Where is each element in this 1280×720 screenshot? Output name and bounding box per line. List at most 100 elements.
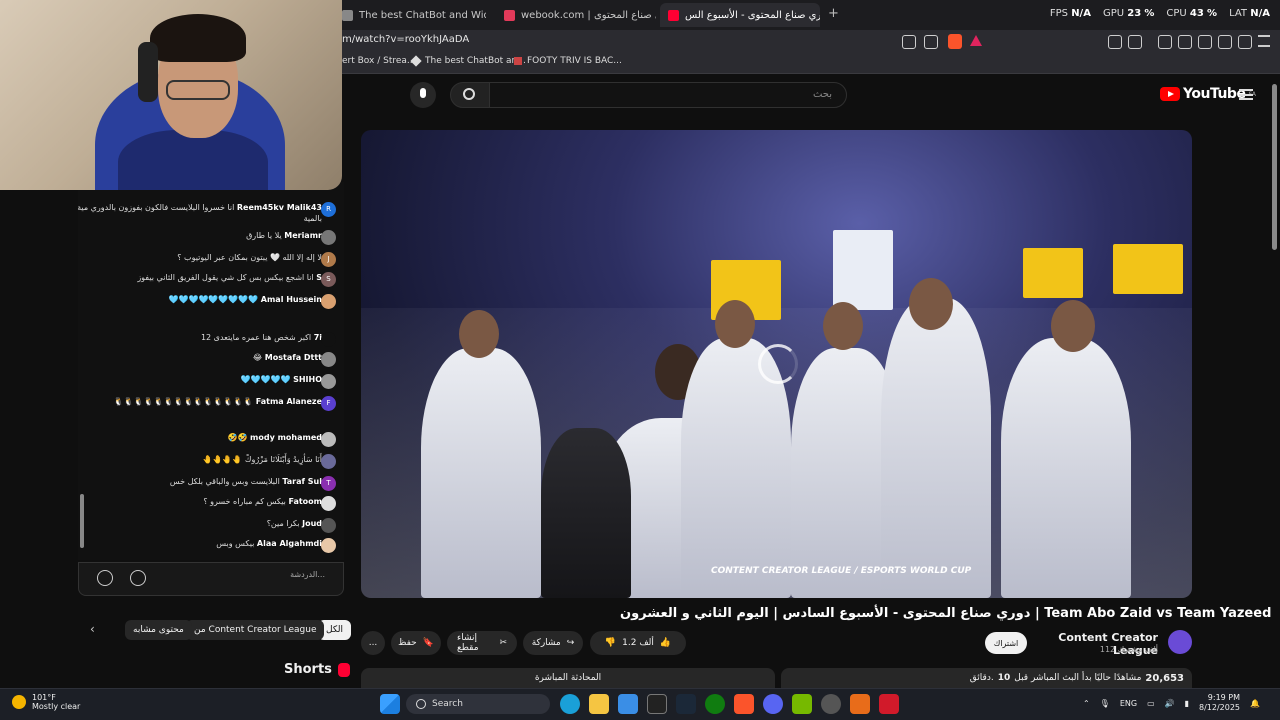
chat-message: Amal Hussein 🩵🩵🩵🩵🩵🩵🩵🩵🩵: [78, 294, 336, 309]
chat-author[interactable]: Joud: [302, 519, 322, 528]
tab-youtube-active[interactable]: دوري صناع المحتوى - الأسبوع الس ✕: [660, 3, 820, 27]
chat-avatar[interactable]: [321, 352, 336, 367]
chat-author[interactable]: SHIHO: [293, 375, 322, 384]
chip-from-channel[interactable]: من Content Creator League: [186, 620, 325, 640]
chat-avatar[interactable]: [321, 230, 336, 245]
windows-start-icon[interactable]: [380, 694, 400, 714]
bookmark-favicon-icon: [514, 57, 522, 65]
chevron-up-icon[interactable]: ⌃: [1083, 699, 1090, 708]
chat-scrollbar[interactable]: [80, 494, 84, 548]
search-input[interactable]: بحث: [489, 82, 847, 108]
channel-avatar[interactable]: [1168, 630, 1192, 654]
guide-menu-icon[interactable]: [1239, 89, 1253, 100]
more-actions-button[interactable]: ...: [361, 631, 385, 655]
app-red-icon[interactable]: [879, 694, 899, 714]
obs-icon[interactable]: [821, 694, 841, 714]
screenshot-icon[interactable]: [1128, 35, 1142, 49]
brave-shield-icon[interactable]: [948, 34, 962, 49]
chat-author[interactable]: Amal Hussein: [261, 295, 322, 304]
chat-author[interactable]: Meriamr: [284, 231, 322, 240]
video-title: دوري صناع المحتوى - الأسبوع السادس | الي…: [620, 606, 1272, 621]
dislike-icon[interactable]: 👎: [605, 638, 616, 648]
sidebar-icon[interactable]: [1178, 35, 1192, 49]
chat-author[interactable]: Taraf Sul: [282, 477, 322, 486]
heart-icon[interactable]: [97, 570, 113, 586]
chat-avatar[interactable]: [321, 538, 336, 553]
chat-message: F Fatma Alaneze 🐧🐧🐧🐧🐧🐧🐧🐧🐧🐧🐧🐧🐧🐧: [78, 396, 336, 411]
chat-avatar[interactable]: T: [321, 476, 336, 491]
chat-author[interactable]: Mostafa Dttt: [265, 353, 322, 362]
leo-ai-icon[interactable]: [1218, 35, 1232, 49]
discord-icon[interactable]: [763, 694, 783, 714]
network-icon[interactable]: ▭: [1147, 699, 1155, 708]
vpn-icon[interactable]: [1238, 35, 1252, 49]
epic-games-icon[interactable]: [647, 694, 667, 714]
nvidia-icon[interactable]: [792, 694, 812, 714]
chat-author[interactable]: Alaa Algahmdi: [257, 539, 322, 548]
search-icon: [416, 699, 426, 709]
chat-avatar[interactable]: [321, 518, 336, 533]
chat-avatar[interactable]: [321, 332, 336, 347]
chat-avatar[interactable]: R: [321, 202, 336, 217]
like-icon[interactable]: 👍: [660, 638, 671, 648]
wallet-icon[interactable]: [1198, 35, 1212, 49]
chat-author[interactable]: Fatma Alaneze: [256, 397, 322, 406]
page-scrollbar[interactable]: [1272, 84, 1277, 250]
chat-avatar[interactable]: J: [321, 252, 336, 267]
music-icon[interactable]: [1158, 35, 1172, 49]
chip-related[interactable]: محتوى مشابه: [125, 620, 192, 640]
crowd-person-head: [715, 300, 755, 348]
brave-icon[interactable]: [734, 694, 754, 714]
microphone-icon[interactable]: 🎙: [1100, 699, 1110, 708]
chat-avatar[interactable]: [321, 454, 336, 469]
bookmark-item[interactable]: The best ChatBot an...: [410, 55, 526, 67]
rewards-icon[interactable]: [970, 35, 982, 46]
steam-icon[interactable]: [676, 694, 696, 714]
chevron-left-icon[interactable]: ‹: [90, 622, 95, 636]
tab-webook[interactable]: webook.com | دوري صناع المحتوى: [496, 3, 656, 27]
cast-icon[interactable]: [902, 35, 916, 49]
volume-icon[interactable]: 🔊: [1165, 699, 1175, 708]
chat-avatar[interactable]: [321, 496, 336, 511]
video-player[interactable]: CONTENT CREATOR LEAGUE / ESPORTS WORLD C…: [361, 130, 1192, 598]
voice-search-button[interactable]: [410, 82, 436, 108]
subscribe-button[interactable]: اشتراك: [985, 632, 1027, 654]
chat-text: 🩵🩵🩵🩵🩵🩵🩵🩵🩵: [168, 295, 259, 304]
tab-chatbot[interactable]: The best ChatBot and Widgets for Ki: [334, 3, 486, 27]
menu-icon[interactable]: [1258, 35, 1270, 47]
app-icon[interactable]: [850, 694, 870, 714]
chat-avatar[interactable]: [321, 374, 336, 389]
address-bar-url[interactable]: m/watch?v=rooYkhJAaDA: [342, 34, 469, 45]
emoji-icon[interactable]: [130, 570, 146, 586]
taskbar-search[interactable]: Search: [406, 694, 550, 714]
share-button[interactable]: مشاركة ↪: [523, 631, 583, 655]
clip-button[interactable]: إنشاء مقطع ✂: [447, 631, 517, 655]
taskbar-clock[interactable]: 9:19 PM 8/12/2025: [1199, 693, 1240, 713]
notifications-icon[interactable]: 🔔: [1250, 699, 1260, 708]
chat-avatar[interactable]: S: [321, 272, 336, 287]
description-box[interactable]: دقائق. 10 مشاهدًا حاليًا بدأ البث المباش…: [781, 668, 1192, 688]
extensions-icon[interactable]: [1108, 35, 1122, 49]
chat-input[interactable]: الدردشة...: [150, 570, 325, 579]
weather-widget[interactable]: 101°F Mostly clear: [12, 693, 80, 711]
chat-author[interactable]: Reem45kv Malik43: [237, 203, 322, 212]
new-tab-button[interactable]: +: [828, 6, 839, 21]
chat-author[interactable]: Fatoom: [288, 497, 322, 506]
edge-icon[interactable]: [560, 694, 580, 714]
share-icon[interactable]: [924, 35, 938, 49]
store-icon[interactable]: [618, 694, 638, 714]
file-explorer-icon[interactable]: [589, 694, 609, 714]
chat-avatar[interactable]: [321, 432, 336, 447]
chat-avatar[interactable]: F: [321, 396, 336, 411]
save-button[interactable]: حفظ 🔖: [391, 631, 441, 655]
chat-author[interactable]: mody mohamed: [250, 433, 322, 442]
shorts-heading: Shorts: [284, 662, 350, 677]
live-chat-header[interactable]: المحادثة المباشرة: [361, 668, 775, 688]
like-dislike-buttons[interactable]: 👎 1.2 ألف 👍: [590, 631, 686, 655]
xbox-icon[interactable]: [705, 694, 725, 714]
bookmark-item[interactable]: FOOTY TRIV IS BAC...: [514, 56, 622, 66]
search-button[interactable]: [450, 82, 490, 108]
battery-icon[interactable]: ▮: [1185, 699, 1189, 708]
chat-avatar[interactable]: [321, 294, 336, 309]
bookmark-item[interactable]: ert Box / Strea...: [342, 56, 416, 66]
